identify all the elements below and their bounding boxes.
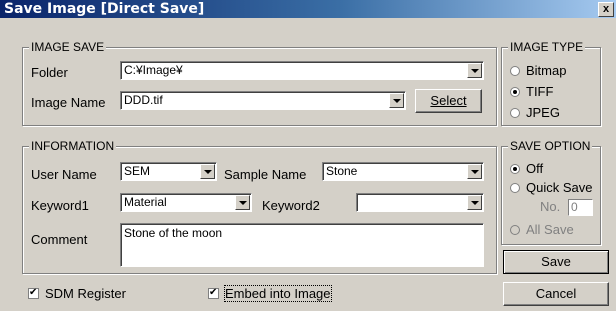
chevron-down-icon — [204, 170, 212, 174]
sdm-register-checkbox[interactable]: SDM Register — [28, 286, 126, 301]
image-name-label: Image Name — [31, 95, 106, 110]
chevron-down-icon — [239, 201, 247, 205]
quick-save-number-field[interactable]: 0 — [568, 199, 593, 216]
comment-label: Comment — [31, 232, 88, 247]
radio-all-save-label: All Save — [526, 222, 574, 237]
image-name-combo[interactable]: DDD.tif — [120, 91, 406, 110]
sample-name-combo[interactable]: Stone — [322, 162, 484, 181]
keyword2-label: Keyword2 — [262, 198, 320, 213]
sdm-register-label: SDM Register — [45, 286, 126, 301]
information-group-label: INFORMATION — [29, 139, 117, 153]
radio-quick-save-indicator — [510, 182, 520, 193]
image-save-group-label: IMAGE SAVE — [29, 40, 107, 54]
embed-into-image-label: Embed into Image — [224, 285, 332, 302]
radio-quick-save-label: Quick Save — [526, 180, 593, 195]
radio-jpeg-indicator — [510, 107, 520, 118]
radio-bitmap-label: Bitmap — [526, 63, 567, 78]
comment-field[interactable]: Stone of the moon — [120, 223, 484, 267]
chevron-down-icon — [471, 201, 479, 205]
keyword1-label: Keyword1 — [31, 198, 89, 213]
folder-label: Folder — [31, 65, 68, 80]
radio-bitmap-indicator — [510, 65, 520, 76]
chevron-down-icon — [471, 69, 479, 73]
image-name-value: DDD.tif — [124, 93, 163, 107]
user-name-value: SEM — [124, 164, 151, 178]
user-name-combo[interactable]: SEM — [120, 162, 217, 181]
cancel-button[interactable]: Cancel — [503, 282, 609, 306]
save-button[interactable]: Save — [503, 250, 609, 274]
keyword1-combo[interactable]: Material — [120, 193, 252, 212]
image-type-group-label: IMAGE TYPE — [508, 40, 586, 54]
folder-value: C:¥Image¥ — [124, 63, 183, 77]
folder-combo[interactable]: C:¥Image¥ — [120, 61, 484, 80]
radio-quick-save[interactable]: Quick Save — [510, 180, 592, 195]
radio-jpeg[interactable]: JPEG — [510, 105, 560, 120]
user-name-label: User Name — [31, 167, 97, 182]
sample-name-dropdown-button[interactable] — [467, 164, 482, 179]
radio-tiff[interactable]: TIFF — [510, 84, 553, 99]
image-save-group: IMAGE SAVE — [22, 40, 497, 126]
save-option-group-label: SAVE OPTION — [508, 139, 593, 153]
sample-name-value: Stone — [326, 164, 358, 178]
chevron-down-icon — [393, 99, 401, 103]
save-image-dialog: Save Image [Direct Save] x IMAGE SAVE Fo… — [0, 0, 616, 311]
keyword1-value: Material — [124, 195, 167, 209]
radio-all-save[interactable]: All Save — [510, 222, 574, 237]
window-title: Save Image [Direct Save] — [4, 1, 205, 17]
select-button[interactable]: Select — [415, 89, 482, 113]
keyword1-dropdown-button[interactable] — [235, 195, 250, 210]
sample-name-label: Sample Name — [224, 167, 307, 182]
select-button-label: Select — [430, 93, 467, 108]
keyword2-dropdown-button[interactable] — [467, 195, 482, 210]
close-button[interactable]: x — [598, 2, 614, 17]
radio-bitmap[interactable]: Bitmap — [510, 63, 566, 78]
sdm-register-check-indicator — [28, 286, 39, 300]
keyword2-combo[interactable] — [356, 193, 484, 212]
radio-off[interactable]: Off — [510, 161, 543, 176]
radio-off-label: Off — [526, 161, 544, 176]
radio-off-indicator — [510, 163, 520, 174]
title-bar[interactable]: Save Image [Direct Save] x — [0, 0, 616, 18]
cancel-button-label: Cancel — [535, 286, 577, 301]
radio-jpeg-label: JPEG — [526, 105, 560, 120]
image-name-dropdown-button[interactable] — [389, 93, 404, 108]
embed-into-image-check-indicator — [208, 286, 219, 300]
radio-tiff-indicator — [510, 86, 520, 97]
user-name-dropdown-button[interactable] — [200, 164, 215, 179]
chevron-down-icon — [471, 170, 479, 174]
folder-dropdown-button[interactable] — [467, 63, 482, 78]
no-label: No. — [540, 199, 561, 214]
save-button-label: Save — [541, 254, 571, 269]
embed-into-image-checkbox[interactable]: Embed into Image — [208, 285, 332, 302]
radio-all-save-indicator — [510, 224, 520, 235]
radio-tiff-label: TIFF — [526, 84, 554, 99]
